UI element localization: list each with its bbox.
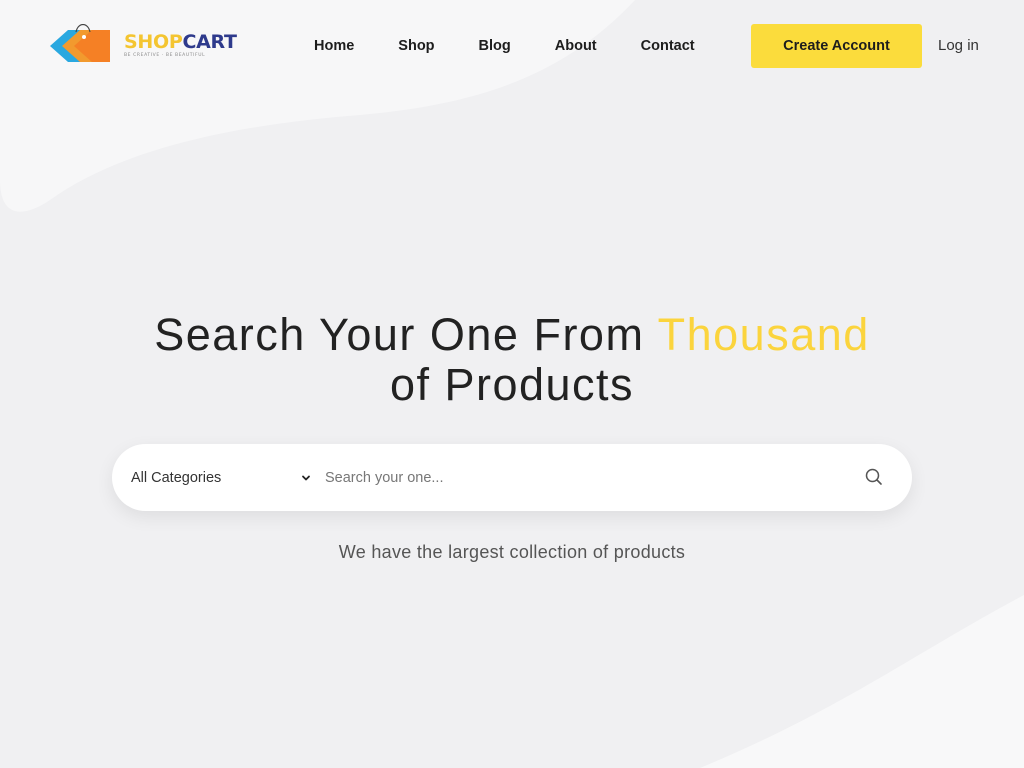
search-input[interactable] [325,462,835,494]
category-select[interactable]: All Categories [131,464,311,492]
hero-title: Search Your One From Thousand of Product… [142,310,882,410]
hero-title-start: Search Your One From [154,309,658,360]
nav-link-home[interactable]: Home [314,36,354,56]
nav-link-contact[interactable]: Contact [641,36,695,56]
category-select-value: All Categories [131,470,222,486]
nav-link-shop[interactable]: Shop [398,36,434,56]
shopping-tags-icon [50,24,110,62]
hero-title-end: of Products [389,359,635,410]
chevron-down-icon [302,475,310,481]
search-bar: All Categories [112,444,912,511]
shopcart-logo[interactable]: SHOPCART BE CREATIVE · BE BEAUTIFUL [48,22,243,70]
login-link[interactable]: Log in [938,36,979,56]
logo-tagline: BE CREATIVE · BE BEAUTIFUL [124,53,206,59]
hero-section: Search Your One From Thousand of Product… [0,310,1024,410]
logo-word-shop: SHOP [124,31,183,54]
hero-subtitle: We have the largest collection of produc… [338,542,686,562]
search-icon[interactable] [863,466,885,488]
hero-title-accent: Thousand [657,309,870,360]
logo-word-cart: CART [182,31,237,54]
site-header: SHOPCART BE CREATIVE · BE BEAUTIFUL Home… [0,0,1024,92]
nav-link-blog[interactable]: Blog [479,36,511,56]
create-account-button[interactable]: Create Account [751,24,922,68]
main-nav: Home Shop Blog About Contact [314,36,695,56]
nav-link-about[interactable]: About [555,36,597,56]
